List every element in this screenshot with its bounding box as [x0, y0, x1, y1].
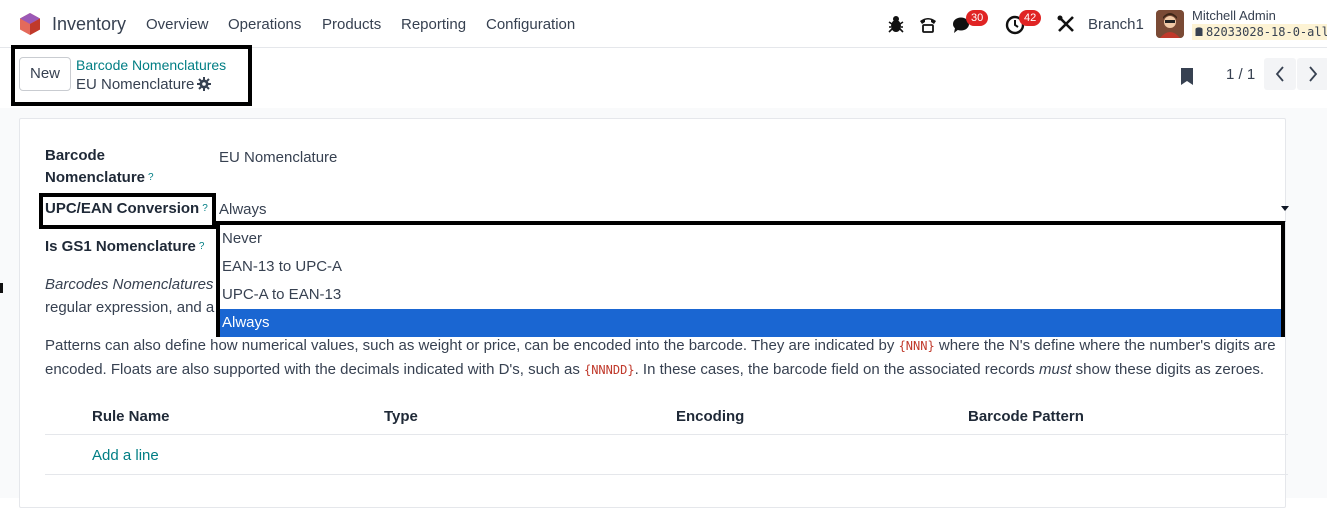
conversion-label: UPC/EAN Conversion? [45, 200, 208, 217]
menu-overview[interactable]: Overview [146, 16, 209, 33]
database-name: 82033028-18-0-all [1206, 25, 1327, 39]
table-bottom-divider [45, 474, 1288, 475]
new-record-button[interactable]: New [19, 57, 71, 91]
breadcrumb-current: EU Nomenclature [76, 76, 195, 93]
debug-bug-icon[interactable] [885, 13, 907, 35]
column-rule-name[interactable]: Rule Name [92, 408, 170, 425]
gear-icon[interactable] [197, 77, 211, 91]
conversion-dropdown-list: Never EAN-13 to UPC-A UPC-A to EAN-13 Al… [216, 221, 1285, 337]
nomenclature-name-value[interactable]: EU Nomenclature [219, 149, 337, 166]
phone-icon[interactable] [917, 13, 939, 35]
tools-icon[interactable] [1055, 13, 1077, 35]
option-ean13-to-upca[interactable]: EAN-13 to UPC-A [220, 253, 1281, 281]
database-tag: 82033028-18-0-all [1192, 24, 1327, 40]
database-icon [1195, 27, 1203, 36]
option-never[interactable]: Never [220, 225, 1281, 253]
activity-count-badge: 42 [1019, 10, 1042, 26]
menu-configuration[interactable]: Configuration [486, 16, 575, 33]
pager-next-button[interactable] [1297, 58, 1327, 90]
bookmark-icon[interactable] [1180, 66, 1194, 86]
chevron-right-icon [1309, 66, 1318, 82]
help-paragraph-2: Patterns can also define how numerical v… [45, 337, 1276, 378]
chevron-left-icon [1275, 66, 1284, 82]
company-switcher[interactable]: Branch1 [1088, 16, 1144, 33]
inventory-app-icon[interactable] [19, 12, 41, 36]
top-navbar: Inventory Overview Operations Products R… [0, 0, 1327, 48]
conversion-select-value[interactable]: Always [219, 201, 267, 218]
left-edge-marker [0, 283, 3, 293]
app-name[interactable]: Inventory [52, 14, 126, 35]
chat-count-badge: 30 [966, 10, 989, 26]
menu-operations[interactable]: Operations [228, 16, 301, 33]
help-tooltip-icon[interactable]: ? [199, 241, 205, 252]
option-always[interactable]: Always [220, 309, 1281, 337]
pager-value[interactable]: 1 / 1 [1226, 66, 1255, 83]
column-barcode-pattern[interactable]: Barcode Pattern [968, 408, 1084, 425]
add-line-button[interactable]: Add a line [92, 447, 159, 464]
help-tooltip-icon[interactable]: ? [202, 203, 208, 214]
nomenclature-name-label: Barcode Nomenclature? [45, 147, 154, 186]
table-header-divider [45, 434, 1288, 435]
breadcrumb-parent-link[interactable]: Barcode Nomenclatures [76, 57, 226, 73]
pager-previous-button[interactable] [1264, 58, 1296, 90]
user-name[interactable]: Mitchell Admin [1192, 8, 1276, 23]
gs1-label: Is GS1 Nomenclature? [45, 238, 205, 255]
option-upca-to-ean13[interactable]: UPC-A to EAN-13 [220, 281, 1281, 309]
help-tooltip-icon[interactable]: ? [148, 172, 154, 183]
menu-reporting[interactable]: Reporting [401, 16, 466, 33]
column-type[interactable]: Type [384, 408, 418, 425]
user-avatar[interactable] [1156, 10, 1184, 38]
menu-products[interactable]: Products [322, 16, 381, 33]
column-encoding[interactable]: Encoding [676, 408, 744, 425]
caret-down-icon[interactable] [1281, 206, 1289, 211]
avatar-image-icon [1156, 10, 1184, 38]
